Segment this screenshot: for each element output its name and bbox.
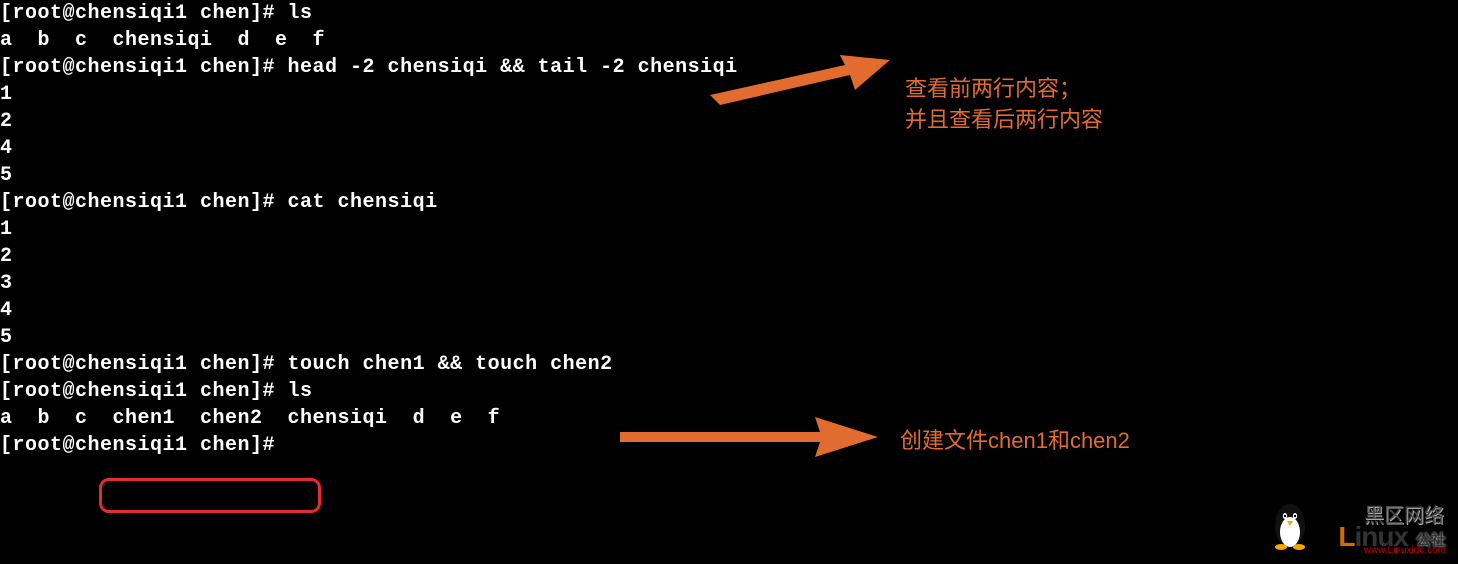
terminal-line: 1 — [0, 216, 1458, 243]
annotation-touch: 创建文件chen1和chen2 — [900, 426, 1130, 457]
watermark-brand-letter: L — [1338, 521, 1354, 552]
arrow-icon — [620, 412, 878, 462]
terminal-line: [root@chensiqi1 chen]# ls — [0, 378, 1458, 405]
watermark: 黑区网络 Linux 公社 www.Linuxidc.com — [1286, 503, 1446, 558]
terminal-line: 2 — [0, 243, 1458, 270]
terminal-line: 4 — [0, 297, 1458, 324]
terminal-line: 2 — [0, 108, 1458, 135]
terminal-line: [root@chensiqi1 chen]# touch chen1 && to… — [0, 351, 1458, 378]
penguin-icon — [1269, 502, 1311, 550]
annotation-text: 创建文件chen1和chen2 — [900, 428, 1130, 453]
highlight-box — [99, 478, 321, 513]
terminal-line: 4 — [0, 135, 1458, 162]
watermark-url: www.Linuxidc.com — [1364, 545, 1446, 556]
terminal-line: [root@chensiqi1 chen]# cat chensiqi — [0, 189, 1458, 216]
annotation-head-tail: 查看前两行内容； 并且查看后两行内容 — [905, 74, 1103, 136]
terminal-line: [root@chensiqi1 chen]# ls — [0, 0, 1458, 27]
annotation-text: 并且查看后两行内容 — [905, 105, 1103, 136]
terminal-line: 3 — [0, 270, 1458, 297]
terminal-line: 5 — [0, 162, 1458, 189]
terminal-line: 5 — [0, 324, 1458, 351]
arrow-icon — [710, 50, 890, 105]
annotation-text: 查看前两行内容； — [905, 74, 1103, 105]
